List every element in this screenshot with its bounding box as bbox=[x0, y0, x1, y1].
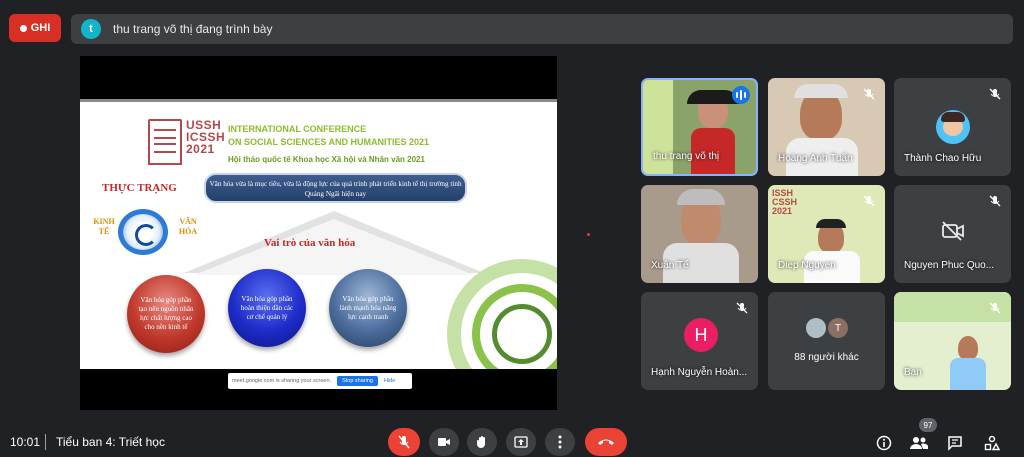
presenter-avatar: t bbox=[81, 19, 101, 39]
hide-button[interactable]: Hide bbox=[384, 378, 395, 384]
pointer-dot bbox=[587, 233, 590, 236]
shared-slide: USSH ICSSH 2021 INTERNATIONAL CONFERENCE… bbox=[80, 99, 557, 369]
bubble-management: Văn hóa góp phần hoàn thiện dần các cơ c… bbox=[228, 269, 306, 347]
speaking-indicator-icon bbox=[732, 86, 750, 104]
participant-name: Hạnh Nguyễn Hoàn... bbox=[651, 367, 748, 378]
hair-shape bbox=[677, 189, 725, 205]
camera-icon bbox=[438, 438, 450, 446]
participant-tile-hanh-nguyen[interactable]: H Hạnh Nguyễn Hoàn... bbox=[641, 292, 758, 390]
tech-decoration bbox=[417, 239, 557, 369]
mic-off-icon bbox=[861, 193, 877, 209]
participant-name: thu trang võ thị bbox=[653, 151, 720, 162]
shirt-shape bbox=[950, 358, 986, 390]
mini-avatar-letter: T bbox=[828, 318, 848, 338]
slide-top-line bbox=[80, 99, 557, 102]
activities-button[interactable] bbox=[981, 432, 1003, 454]
participant-tile-diep-nguyen[interactable]: ISSH CSSH 2021 Diep Nguyen bbox=[768, 185, 885, 283]
participant-name: Nguyen Phuc Quo... bbox=[904, 260, 995, 271]
mic-toggle-button[interactable] bbox=[388, 428, 420, 456]
meeting-details-button[interactable] bbox=[873, 432, 895, 454]
slide-banner: Văn hóa vừa là mục tiêu, vừa là động lực… bbox=[204, 173, 467, 203]
activities-icon bbox=[984, 435, 1000, 451]
mini-avatar-photo bbox=[806, 318, 826, 338]
mic-off-icon bbox=[398, 435, 410, 449]
others-count-label: 88 người khác bbox=[794, 352, 859, 363]
presentation-area: USSH ICSSH 2021 INTERNATIONAL CONFERENCE… bbox=[80, 56, 557, 410]
conference-title: INTERNATIONAL CONFERENCE ON SOCIAL SCIEN… bbox=[228, 124, 430, 147]
mic-off-icon bbox=[987, 86, 1003, 102]
more-vert-icon bbox=[558, 435, 562, 449]
econ-label: KINH TẾ bbox=[93, 217, 115, 236]
present-button[interactable] bbox=[506, 428, 536, 456]
mic-off-icon bbox=[861, 86, 877, 102]
others-avatars: T bbox=[806, 318, 848, 338]
hair-shape bbox=[794, 84, 848, 98]
bubble-competition: Văn hóa góp phần lành mạnh hóa năng lực … bbox=[329, 269, 407, 347]
recording-label: GHI bbox=[30, 22, 51, 34]
others-tile[interactable]: T 88 người khác bbox=[768, 292, 885, 390]
presenter-text: thu trang võ thị đang trình bày bbox=[113, 22, 273, 36]
participant-video bbox=[958, 336, 978, 360]
recording-dot-icon bbox=[19, 24, 27, 32]
participant-name: Thành Chao Hữu bbox=[904, 153, 982, 164]
participant-tile-hoang-anh-tuan[interactable]: Hoàng Anh Tuấn bbox=[768, 78, 885, 176]
hangup-icon bbox=[598, 439, 614, 445]
participant-tile-self[interactable]: Bạn bbox=[894, 292, 1011, 390]
camera-toggle-button[interactable] bbox=[429, 428, 459, 456]
clock: 10:01 bbox=[10, 435, 41, 449]
background-logo: ISSH CSSH 2021 bbox=[772, 188, 798, 216]
more-options-button[interactable] bbox=[545, 428, 575, 456]
participant-tile-nguyen-phuc-quo[interactable]: Nguyen Phuc Quo... bbox=[894, 185, 1011, 283]
participant-name: Xuân Tế bbox=[651, 260, 689, 271]
mic-off-icon bbox=[734, 300, 750, 316]
stop-sharing-button[interactable]: Stop sharing bbox=[337, 376, 378, 386]
participant-name: Diep Nguyen bbox=[778, 260, 836, 271]
present-icon bbox=[514, 436, 528, 448]
participant-tile-thu-trang[interactable]: thu trang võ thị bbox=[641, 78, 758, 176]
participant-tile-thanh-chao-huu[interactable]: Thành Chao Hữu bbox=[894, 78, 1011, 176]
avatar bbox=[936, 110, 970, 144]
mic-off-icon bbox=[987, 300, 1003, 316]
hair-shape bbox=[687, 90, 739, 104]
participant-count-badge: 97 bbox=[919, 418, 937, 432]
camera-off-icon bbox=[941, 221, 965, 246]
sharing-notice-text: meet.google.com is sharing your screen. bbox=[232, 378, 332, 384]
leave-call-button[interactable] bbox=[585, 428, 627, 456]
bubble-human-resources: Văn hóa góp phần tạo nên nguồn nhân lực … bbox=[127, 275, 205, 353]
bottom-bar: 10:01 Tiểu ban 4: Triết học bbox=[0, 420, 1024, 457]
raise-hand-button[interactable] bbox=[467, 428, 497, 456]
participant-name: Bạn bbox=[904, 367, 922, 378]
sharing-notice-bar: meet.google.com is sharing your screen. … bbox=[228, 373, 412, 389]
cycle-icon bbox=[118, 209, 168, 255]
presenter-bar: t thu trang võ thị đang trình bày bbox=[71, 14, 1013, 44]
hand-icon bbox=[477, 436, 485, 448]
chat-button[interactable] bbox=[944, 432, 966, 454]
avatar: H bbox=[684, 318, 718, 352]
info-icon bbox=[876, 435, 892, 451]
mic-off-icon bbox=[987, 193, 1003, 209]
participant-name: Hoàng Anh Tuấn bbox=[778, 153, 853, 164]
conference-subtitle: Hội thảo quốc tế Khoa học Xã hội và Nhân… bbox=[228, 155, 425, 164]
meeting-name: Tiểu ban 4: Triết học bbox=[56, 435, 165, 449]
status-heading: THỰC TRẠNG bbox=[102, 182, 177, 194]
hair-shape bbox=[816, 219, 846, 228]
people-button[interactable] bbox=[908, 432, 930, 454]
recording-badge[interactable]: GHI bbox=[9, 14, 61, 42]
logo-code: USSH ICSSH 2021 bbox=[186, 118, 226, 156]
chat-icon bbox=[948, 436, 962, 451]
role-title: Vai trò của văn hóa bbox=[264, 237, 356, 249]
pagoda-icon bbox=[148, 119, 182, 165]
people-icon bbox=[910, 437, 928, 449]
participant-tile-xuan-te[interactable]: Xuân Tế bbox=[641, 185, 758, 283]
divider bbox=[45, 434, 46, 450]
conference-logo: USSH ICSSH 2021 bbox=[148, 119, 228, 169]
